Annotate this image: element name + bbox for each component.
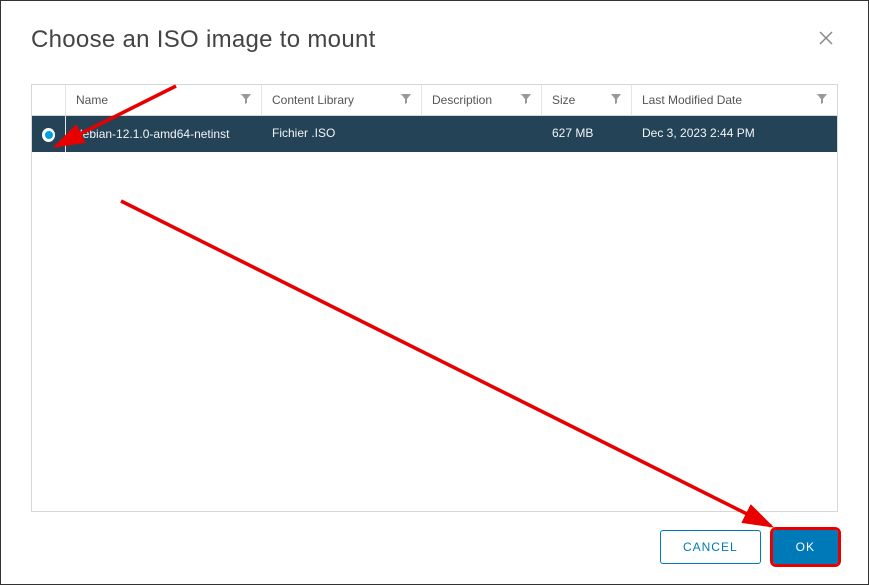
filter-icon[interactable] (817, 94, 827, 107)
column-last-modified[interactable]: Last Modified Date (632, 85, 837, 115)
dialog-title: Choose an ISO image to mount (31, 26, 376, 54)
column-description-label: Description (432, 93, 492, 107)
row-radio[interactable] (32, 116, 66, 152)
cancel-button[interactable]: CANCEL (660, 530, 761, 564)
column-content-library-label: Content Library (272, 93, 354, 107)
cell-description (422, 116, 542, 152)
column-size-label: Size (552, 93, 575, 107)
column-select (32, 85, 66, 115)
column-last-modified-label: Last Modified Date (642, 93, 742, 107)
filter-icon[interactable] (241, 94, 251, 107)
table-body: debian-12.1.0-amd64-netinst Fichier .ISO… (32, 116, 837, 511)
column-name[interactable]: Name (66, 85, 262, 115)
filter-icon[interactable] (401, 94, 411, 107)
close-icon[interactable] (814, 26, 838, 54)
filter-icon[interactable] (521, 94, 531, 107)
column-description[interactable]: Description (422, 85, 542, 115)
column-size[interactable]: Size (542, 85, 632, 115)
cell-name: debian-12.1.0-amd64-netinst (66, 116, 262, 152)
cell-content-library: Fichier .ISO (262, 116, 422, 152)
dialog-footer: CANCEL OK (31, 512, 838, 564)
table-row[interactable]: debian-12.1.0-amd64-netinst Fichier .ISO… (32, 116, 837, 152)
cell-last-modified: Dec 3, 2023 2:44 PM (632, 116, 837, 152)
iso-mount-dialog: Choose an ISO image to mount Name Conten… (1, 1, 868, 584)
column-name-label: Name (76, 93, 108, 107)
iso-table: Name Content Library Description Size (31, 84, 838, 512)
filter-icon[interactable] (611, 94, 621, 107)
cell-size: 627 MB (542, 116, 632, 152)
dialog-header: Choose an ISO image to mount (31, 26, 838, 54)
ok-button[interactable]: OK (773, 530, 838, 564)
radio-selected-icon (42, 128, 55, 142)
column-content-library[interactable]: Content Library (262, 85, 422, 115)
table-header: Name Content Library Description Size (32, 85, 837, 116)
